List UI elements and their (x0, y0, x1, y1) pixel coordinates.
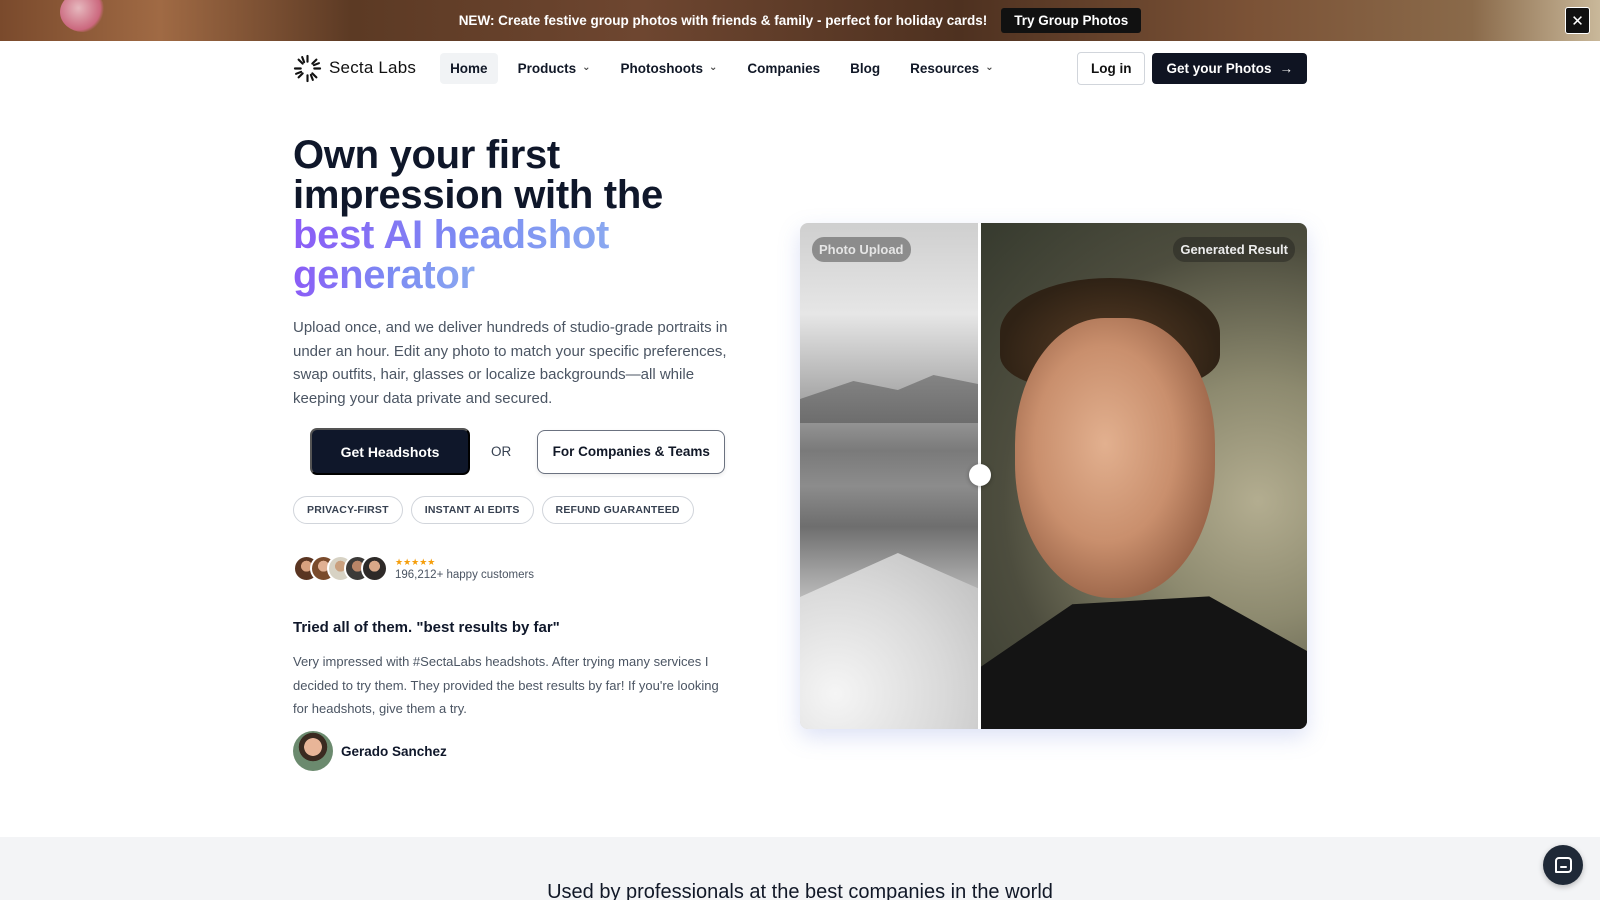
get-photos-button[interactable]: Get your Photos → (1152, 52, 1307, 84)
nav-resources[interactable]: Resources ⌄ (900, 53, 1003, 84)
get-photos-label: Get your Photos (1166, 60, 1272, 76)
logo[interactable]: Secta Labs (293, 54, 416, 83)
companies-title: Used by professionals at the best compan… (547, 881, 1053, 900)
nav-label: Blog (850, 60, 881, 76)
customer-count: 196,212+ happy customers (395, 568, 535, 581)
nav-home[interactable]: Home (440, 52, 498, 84)
nav-label: Products (517, 60, 577, 76)
before-after-slider[interactable]: Photo Upload Generated Result (800, 223, 1307, 729)
announcement-banner: NEW: Create festive group photos with fr… (0, 0, 1600, 41)
slider-handle[interactable] (969, 464, 991, 486)
companies-teams-button[interactable]: For Companies & Teams (537, 429, 726, 474)
photo-upload-label: Photo Upload (812, 237, 911, 262)
hero-title-line: Own your first (293, 133, 560, 177)
nav-photoshoots[interactable]: Photoshoots ⌄ (610, 53, 727, 84)
main-nav: Secta Labs Home Products ⌄ Photoshoots ⌄ C… (293, 51, 1307, 85)
tag-ai-edits: INSTANT AI EDITS (410, 496, 534, 524)
avatar-stack (293, 555, 388, 582)
get-headshots-button[interactable]: Get Headshots (310, 428, 470, 475)
author-name: Gerado Sanchez (341, 743, 447, 759)
companies-section: Used by professionals at the best compan… (0, 837, 1600, 900)
nav-label: Home (450, 60, 488, 76)
chevron-down-icon: ⌄ (985, 61, 994, 73)
photo-upload-image (800, 223, 978, 729)
cta-row: Get Headshots OR For Companies & Teams (310, 428, 726, 475)
hero-title-highlight: best AI headshot (293, 213, 609, 257)
avatar (293, 731, 333, 771)
arrow-right-icon: → (1279, 60, 1294, 76)
nav-label: Photoshoots (620, 60, 703, 76)
testimonial-body: Very impressed with #SectaLabs headshots… (293, 654, 719, 716)
avatar (361, 555, 388, 582)
logo-spinner-icon (293, 54, 322, 82)
mountain-shape (800, 375, 978, 423)
or-separator: OR (491, 444, 512, 459)
nav-companies[interactable]: Companies (737, 53, 830, 84)
hero-title-line: impression with the (293, 173, 663, 217)
banner-text: NEW: Create festive group photos with fr… (458, 13, 988, 28)
nav-label: Resources (910, 60, 980, 76)
hero-title-highlight: generator (293, 253, 475, 297)
tag-refund: REFUND GUARANTEED (541, 496, 694, 524)
nav-actions: Log in Get your Photos → (1076, 51, 1307, 85)
customer-proof: ★★★★★ 196,212+ happy customers (293, 555, 534, 582)
customer-meta: ★★★★★ 196,212+ happy customers (395, 557, 534, 581)
nav-products[interactable]: Products ⌄ (508, 53, 601, 84)
testimonial-author: Gerado Sanchez (293, 731, 447, 771)
chevron-down-icon: ⌄ (708, 61, 718, 73)
brand-name: Secta Labs (329, 58, 417, 77)
hero-title: Own your first impression with the best … (293, 135, 733, 295)
tag-privacy: PRIVACY-FIRST (293, 496, 403, 524)
chevron-down-icon: ⌄ (582, 61, 591, 73)
testimonial-title: Tried all of them. "best results by far" (293, 619, 560, 636)
portrait-face (1015, 318, 1215, 598)
try-group-photos-button[interactable]: Try Group Photos (1001, 8, 1142, 33)
nav-blog[interactable]: Blog (840, 53, 890, 84)
feature-tags: PRIVACY-FIRST INSTANT AI EDITS REFUND GU… (293, 496, 694, 524)
chat-button[interactable] (1543, 845, 1583, 885)
chat-icon (1554, 857, 1572, 873)
star-rating: ★★★★★ (395, 556, 436, 567)
shirt-shape (800, 553, 978, 729)
nav-label: Companies (747, 60, 821, 76)
login-button[interactable]: Log in (1076, 51, 1146, 85)
close-icon[interactable]: ✕ (1565, 7, 1590, 34)
hero-description: Upload once, and we deliver hundreds of … (293, 319, 728, 407)
generated-result-label: Generated Result (1173, 237, 1295, 262)
